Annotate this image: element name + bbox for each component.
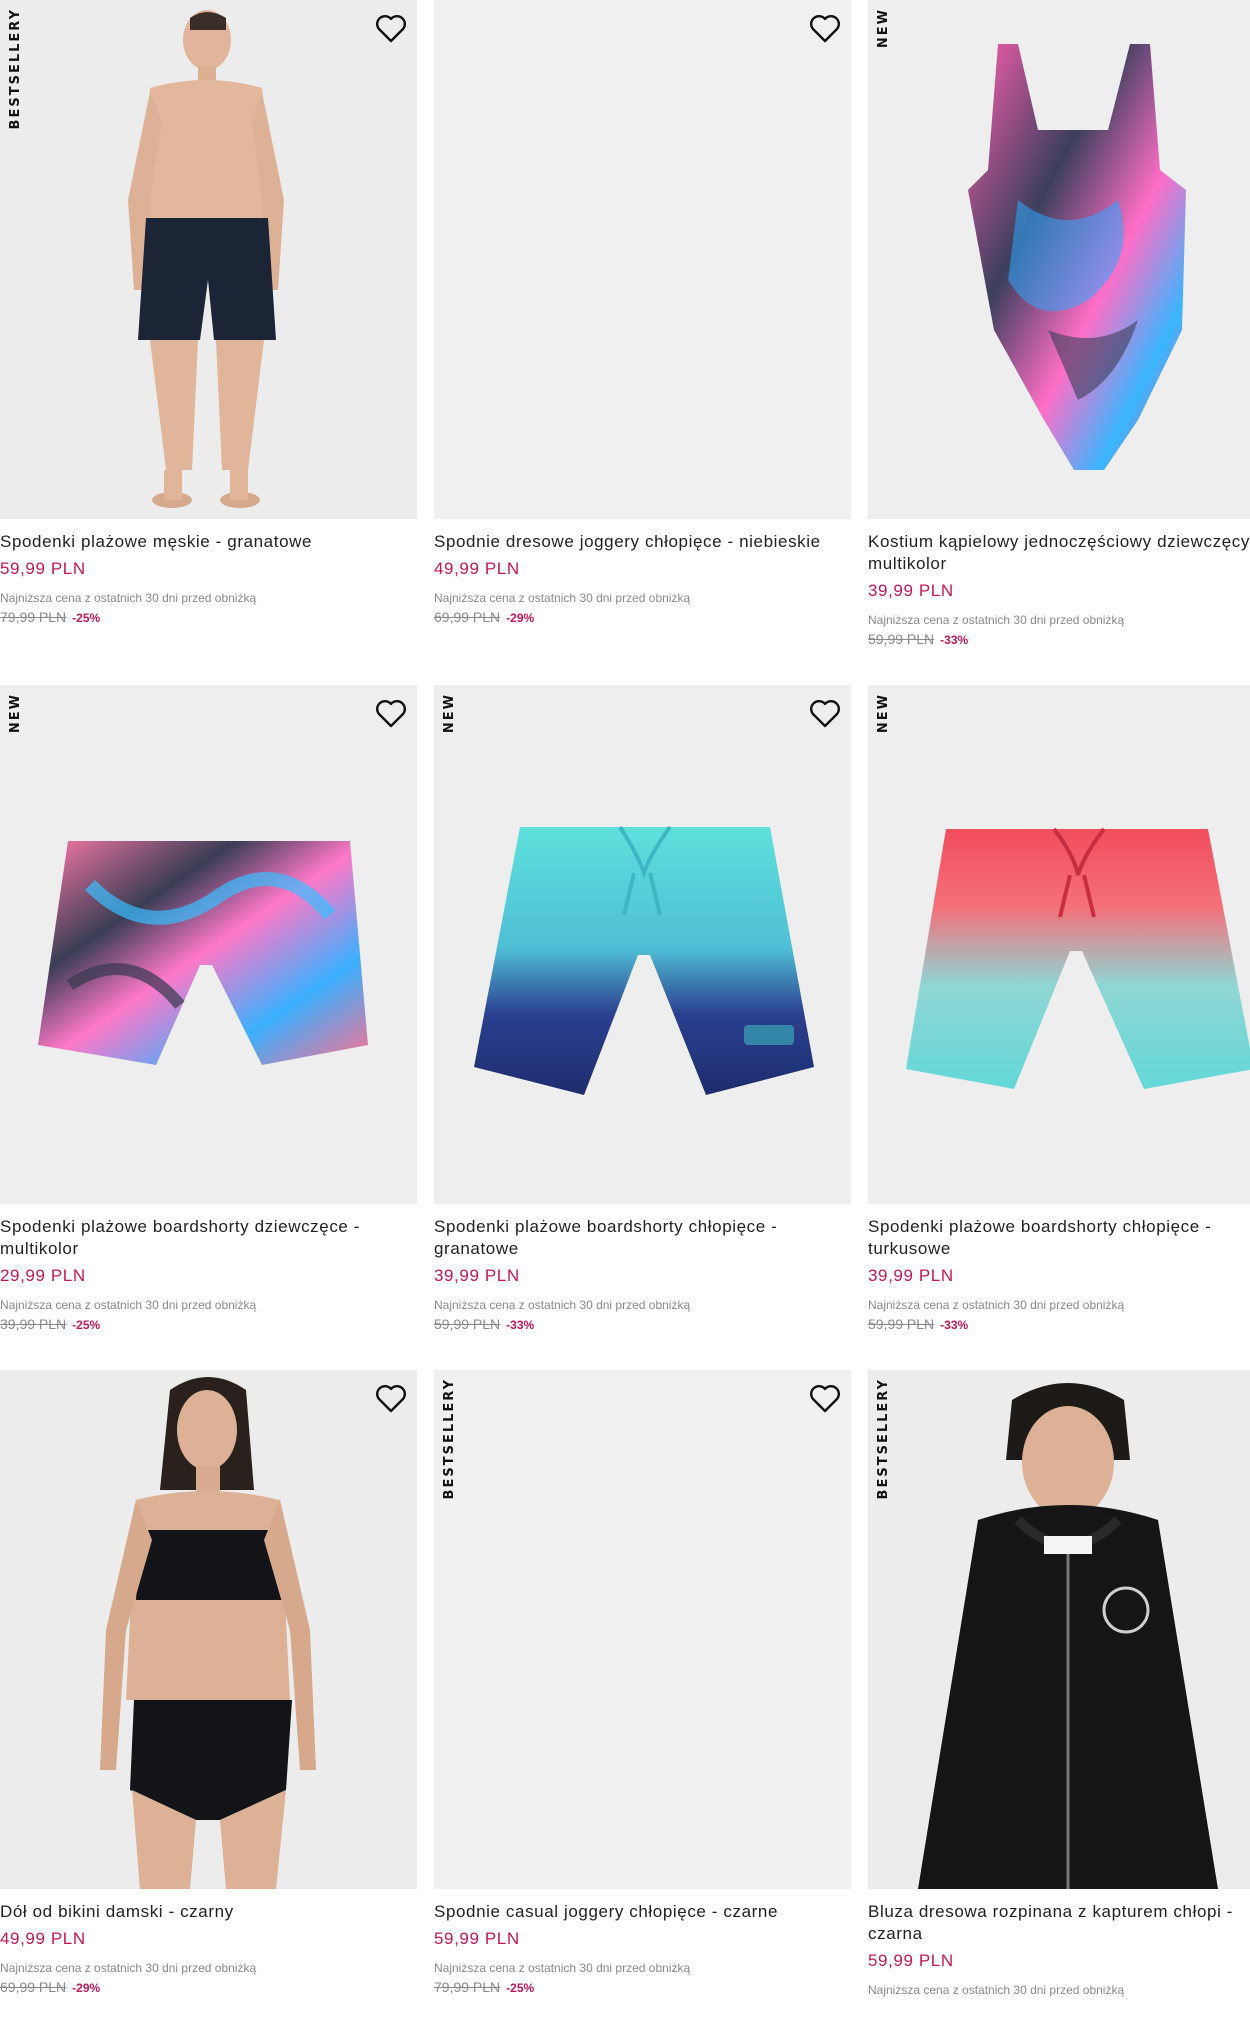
- old-price: 39,99 PLN: [0, 1316, 67, 1332]
- product-photo-swimsuit: [868, 0, 1250, 519]
- product-image[interactable]: NEW: [868, 0, 1250, 519]
- old-price-row: 59,99 PLN -33%: [434, 1316, 851, 1332]
- lowest-price-label: Najniższa cena z ostatnich 30 dni przed …: [434, 591, 691, 605]
- heart-outline-icon[interactable]: [807, 695, 843, 731]
- product-info: Bluza dresowa rozpinana z kapturem chłop…: [868, 1901, 1250, 2017]
- product-name[interactable]: Spodenki plażowe boardshorty chłopięce -…: [434, 1216, 851, 1260]
- old-price-row: 39,99 PLN -25%: [0, 1316, 417, 1332]
- old-price: 59,99 PLN: [434, 1316, 501, 1332]
- product-photo-bikini: [0, 1370, 417, 1889]
- product-photo-placeholder: [434, 0, 851, 519]
- product-grid: BESTSELLERY Spodenki plażowe męskie - gr…: [0, 0, 1250, 2014]
- product-badge: NEW: [876, 693, 891, 734]
- heart-outline-icon[interactable]: [373, 1380, 409, 1416]
- product-info: Spodenki plażowe boardshorty dziewczęce …: [0, 1216, 417, 1332]
- old-price: 59,99 PLN: [868, 631, 935, 647]
- product-image[interactable]: [0, 1370, 417, 1889]
- product-price: 59,99 PLN: [868, 1951, 954, 1970]
- lowest-price-label: Najniższa cena z ostatnich 30 dni przed …: [0, 1961, 257, 1975]
- product-name[interactable]: Kostium kąpielowy jednoczęściowy dziewcz…: [868, 531, 1250, 575]
- product-photo-boy-hoodie: [868, 1370, 1250, 1889]
- lowest-price-label: Najniższa cena z ostatnich 30 dni przed …: [868, 1298, 1125, 1312]
- discount-badge: -33%: [506, 1318, 535, 1332]
- product-photo-multicolor-shorts: [0, 685, 417, 1204]
- discount-badge: -25%: [72, 1318, 101, 1332]
- product-image[interactable]: NEW: [434, 685, 851, 1204]
- product-photo-placeholder: [434, 1370, 851, 1889]
- old-price: 79,99 PLN: [0, 609, 67, 625]
- heart-outline-icon[interactable]: [373, 10, 409, 46]
- product-name[interactable]: Dół od bikini damski - czarny: [0, 1901, 417, 1923]
- product-image[interactable]: BESTSELLERY: [434, 1370, 851, 1889]
- discount-badge: -33%: [940, 1318, 969, 1332]
- product-badge: BESTSELLERY: [876, 1378, 891, 1500]
- product-price: 49,99 PLN: [0, 1929, 86, 1948]
- old-price-row: 59,99 PLN -33%: [868, 631, 1250, 647]
- heart-outline-icon[interactable]: [807, 1380, 843, 1416]
- old-price: 69,99 PLN: [0, 1979, 67, 1995]
- product-info: Spodnie dresowe joggery chłopięce - nieb…: [434, 531, 851, 625]
- product-info: Spodenki plażowe męskie - granatowe 59,9…: [0, 531, 417, 625]
- product-name[interactable]: Spodenki plażowe męskie - granatowe: [0, 531, 417, 553]
- old-price-row: 79,99 PLN -25%: [0, 609, 417, 625]
- product-name[interactable]: Spodenki plażowe boardshorty chłopięce -…: [868, 1216, 1250, 1260]
- product-image[interactable]: BESTSELLERY: [868, 1370, 1250, 1889]
- product-name[interactable]: Spodnie casual joggery chłopięce - czarn…: [434, 1901, 851, 1923]
- product-info: Kostium kąpielowy jednoczęściowy dziewcz…: [868, 531, 1250, 647]
- heart-outline-icon[interactable]: [373, 695, 409, 731]
- product-photo-gradient-shorts-navy: [434, 685, 851, 1204]
- product-badge: BESTSELLERY: [442, 1378, 457, 1500]
- lowest-price-label: Najniższa cena z ostatnich 30 dni przed …: [434, 1298, 691, 1312]
- product-price: 59,99 PLN: [434, 1929, 520, 1948]
- product-name[interactable]: Bluza dresowa rozpinana z kapturem chłop…: [868, 1901, 1250, 1945]
- product-photo-man-swim-shorts: [0, 0, 417, 519]
- product-info: Spodenki plażowe boardshorty chłopięce -…: [434, 1216, 851, 1332]
- old-price-row: 79,99 PLN -25%: [434, 1979, 851, 1995]
- old-price-row: 69,99 PLN -29%: [0, 1979, 417, 1995]
- product-price: 29,99 PLN: [0, 1266, 86, 1285]
- product-name[interactable]: Spodenki plażowe boardshorty dziewczęce …: [0, 1216, 417, 1260]
- old-price-row: 59,99 PLN -33%: [868, 1316, 1250, 1332]
- product-image[interactable]: BESTSELLERY: [0, 0, 417, 519]
- product-badge: BESTSELLERY: [8, 8, 23, 130]
- discount-badge: -33%: [940, 633, 969, 647]
- discount-badge: -29%: [72, 1981, 101, 1995]
- product-info: Dół od bikini damski - czarny 49,99 PLN …: [0, 1901, 417, 1995]
- old-price: 69,99 PLN: [434, 609, 501, 625]
- product-badge: NEW: [876, 8, 891, 49]
- old-price: 79,99 PLN: [434, 1979, 501, 1995]
- discount-badge: -25%: [506, 1981, 535, 1995]
- old-price-row: [868, 2001, 1250, 2017]
- old-price-row: 69,99 PLN -29%: [434, 609, 851, 625]
- product-price: 39,99 PLN: [434, 1266, 520, 1285]
- product-badge: NEW: [442, 693, 457, 734]
- product-photo-gradient-shorts-turquoise: [868, 685, 1250, 1204]
- product-image[interactable]: [434, 0, 851, 519]
- product-name[interactable]: Spodnie dresowe joggery chłopięce - nieb…: [434, 531, 851, 553]
- product-price: 59,99 PLN: [0, 559, 86, 578]
- lowest-price-label: Najniższa cena z ostatnich 30 dni przed …: [0, 1298, 257, 1312]
- product-info: Spodnie casual joggery chłopięce - czarn…: [434, 1901, 851, 1995]
- lowest-price-label: Najniższa cena z ostatnich 30 dni przed …: [434, 1961, 691, 1975]
- heart-outline-icon[interactable]: [807, 10, 843, 46]
- lowest-price-label: Najniższa cena z ostatnich 30 dni przed …: [868, 1983, 1125, 1997]
- product-price: 39,99 PLN: [868, 1266, 954, 1285]
- product-price: 49,99 PLN: [434, 559, 520, 578]
- discount-badge: -25%: [72, 611, 101, 625]
- old-price: 59,99 PLN: [868, 1316, 935, 1332]
- product-image[interactable]: NEW: [868, 685, 1250, 1204]
- lowest-price-label: Najniższa cena z ostatnich 30 dni przed …: [868, 613, 1125, 627]
- lowest-price-label: Najniższa cena z ostatnich 30 dni przed …: [0, 591, 257, 605]
- product-price: 39,99 PLN: [868, 581, 954, 600]
- product-badge: NEW: [8, 693, 23, 734]
- discount-badge: -29%: [506, 611, 535, 625]
- product-info: Spodenki plażowe boardshorty chłopięce -…: [868, 1216, 1250, 1332]
- product-image[interactable]: NEW: [0, 685, 417, 1204]
